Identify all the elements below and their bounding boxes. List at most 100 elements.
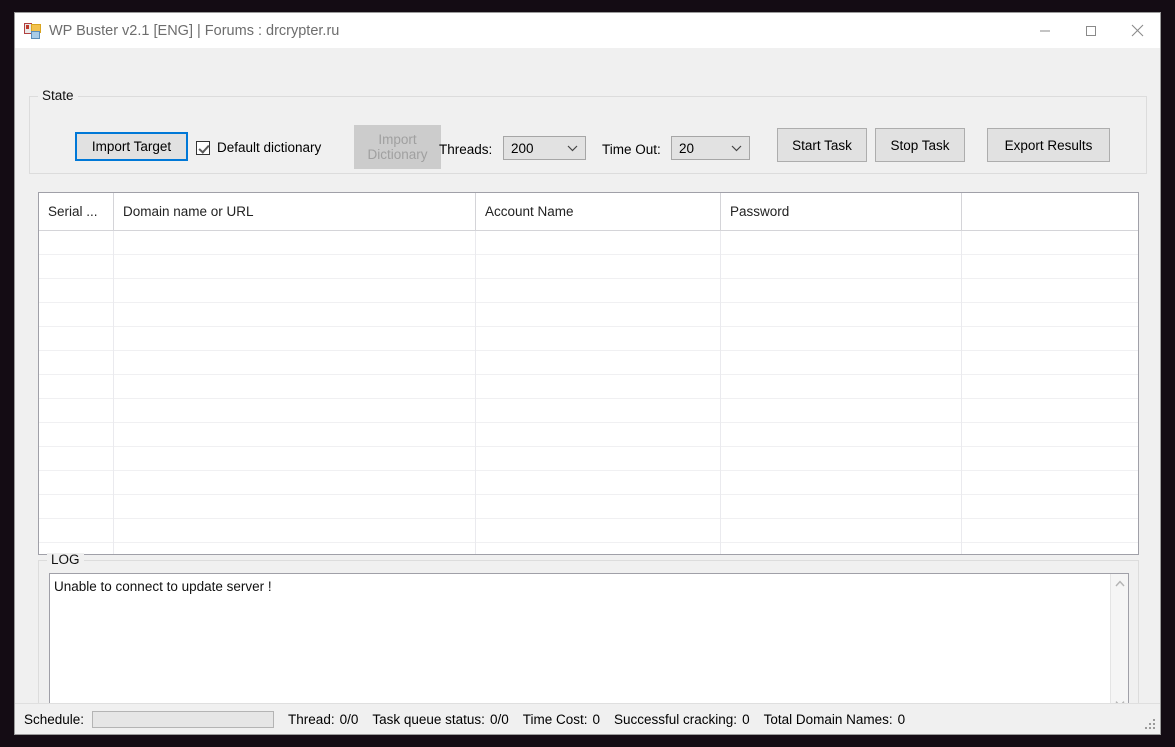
table-cell <box>721 303 962 327</box>
timeout-dropdown[interactable]: 20 <box>671 136 750 160</box>
table-row[interactable] <box>39 423 1138 447</box>
table-cell <box>476 375 721 399</box>
table-cell <box>721 543 962 555</box>
table-cell <box>962 231 1138 255</box>
import-dictionary-line2: Dictionary <box>367 147 427 162</box>
table-column-header[interactable]: Account Name <box>476 193 721 231</box>
table-cell <box>114 303 476 327</box>
table-cell <box>39 279 114 303</box>
thread-value: 0/0 <box>340 712 359 727</box>
table-row[interactable] <box>39 231 1138 255</box>
start-task-button[interactable]: Start Task <box>777 128 867 162</box>
table-cell <box>114 351 476 375</box>
export-results-button[interactable]: Export Results <box>987 128 1110 162</box>
table-row[interactable] <box>39 255 1138 279</box>
table-cell <box>39 423 114 447</box>
table-row[interactable] <box>39 279 1138 303</box>
table-cell <box>962 543 1138 555</box>
table-cell <box>476 303 721 327</box>
table-cell <box>39 375 114 399</box>
table-row[interactable] <box>39 543 1138 555</box>
table-row[interactable] <box>39 399 1138 423</box>
schedule-label: Schedule: <box>24 712 84 727</box>
log-message: Unable to connect to update server ! <box>54 578 1106 595</box>
task-queue-value: 0/0 <box>490 712 509 727</box>
successful-cracking-label: Successful cracking: <box>614 712 737 727</box>
table-cell <box>721 327 962 351</box>
stop-task-button[interactable]: Stop Task <box>875 128 965 162</box>
schedule-progress-bar <box>92 711 274 728</box>
table-cell <box>721 447 962 471</box>
table-row[interactable] <box>39 351 1138 375</box>
close-icon[interactable] <box>1114 13 1160 48</box>
table-cell <box>476 327 721 351</box>
total-domains-label: Total Domain Names: <box>764 712 893 727</box>
import-dictionary-button[interactable]: Import Dictionary <box>354 125 441 169</box>
table-cell <box>721 231 962 255</box>
threads-label: Threads: <box>439 142 492 157</box>
table-cell <box>476 351 721 375</box>
title-bar[interactable]: WP Buster v2.1 [ENG] | Forums : drcrypte… <box>15 13 1160 48</box>
resize-grip-icon[interactable] <box>1143 717 1156 730</box>
log-textarea[interactable]: Unable to connect to update server ! <box>49 573 1129 713</box>
table-cell <box>721 471 962 495</box>
table-cell <box>114 471 476 495</box>
table-cell <box>476 519 721 543</box>
table-cell <box>114 279 476 303</box>
import-target-button[interactable]: Import Target <box>75 132 188 161</box>
table-cell <box>114 327 476 351</box>
table-cell <box>721 279 962 303</box>
table-column-header[interactable]: Password <box>721 193 962 231</box>
threads-value: 200 <box>511 141 534 156</box>
chevron-down-icon <box>731 137 742 159</box>
successful-cracking-value: 0 <box>742 712 750 727</box>
table-cell <box>114 255 476 279</box>
window-title: WP Buster v2.1 [ENG] | Forums : drcrypte… <box>49 23 339 39</box>
table-cell <box>721 519 962 543</box>
results-table[interactable]: Serial ...Domain name or URLAccount Name… <box>38 192 1139 555</box>
table-body <box>39 231 1138 555</box>
table-cell <box>114 519 476 543</box>
table-row[interactable] <box>39 519 1138 543</box>
table-cell <box>39 231 114 255</box>
chevron-down-icon <box>567 137 578 159</box>
status-bar: Schedule: Thread: 0/0 Task queue status:… <box>15 703 1160 734</box>
time-cost-label: Time Cost: <box>523 712 588 727</box>
table-cell <box>39 327 114 351</box>
table-row[interactable] <box>39 327 1138 351</box>
table-row[interactable] <box>39 375 1138 399</box>
table-row[interactable] <box>39 447 1138 471</box>
table-row[interactable] <box>39 471 1138 495</box>
log-scrollbar[interactable] <box>1110 574 1128 712</box>
table-cell <box>962 471 1138 495</box>
table-column-header[interactable]: Serial ... <box>39 193 114 231</box>
total-domains-value: 0 <box>898 712 906 727</box>
table-cell <box>721 423 962 447</box>
table-cell <box>39 399 114 423</box>
table-row[interactable] <box>39 495 1138 519</box>
table-cell <box>962 351 1138 375</box>
chevron-up-icon[interactable] <box>1111 574 1129 592</box>
table-column-header[interactable]: Domain name or URL <box>114 193 476 231</box>
table-cell <box>721 495 962 519</box>
timeout-label: Time Out: <box>602 142 661 157</box>
table-cell <box>962 375 1138 399</box>
table-cell <box>114 447 476 471</box>
table-cell <box>476 255 721 279</box>
minimize-icon[interactable] <box>1022 13 1068 48</box>
default-dictionary-checkbox[interactable]: Default dictionary <box>196 140 321 155</box>
maximize-icon[interactable] <box>1068 13 1114 48</box>
table-cell <box>476 399 721 423</box>
threads-dropdown[interactable]: 200 <box>503 136 586 160</box>
desktop-backdrop: WP Buster v2.1 [ENG] | Forums : drcrypte… <box>0 0 1175 747</box>
application-window: WP Buster v2.1 [ENG] | Forums : drcrypte… <box>14 12 1161 735</box>
table-cell <box>962 495 1138 519</box>
table-column-header[interactable] <box>962 193 1138 231</box>
table-row[interactable] <box>39 303 1138 327</box>
table-cell <box>114 399 476 423</box>
app-window-icon <box>24 23 41 39</box>
table-cell <box>721 255 962 279</box>
table-cell <box>721 351 962 375</box>
table-cell <box>114 375 476 399</box>
table-cell <box>476 423 721 447</box>
